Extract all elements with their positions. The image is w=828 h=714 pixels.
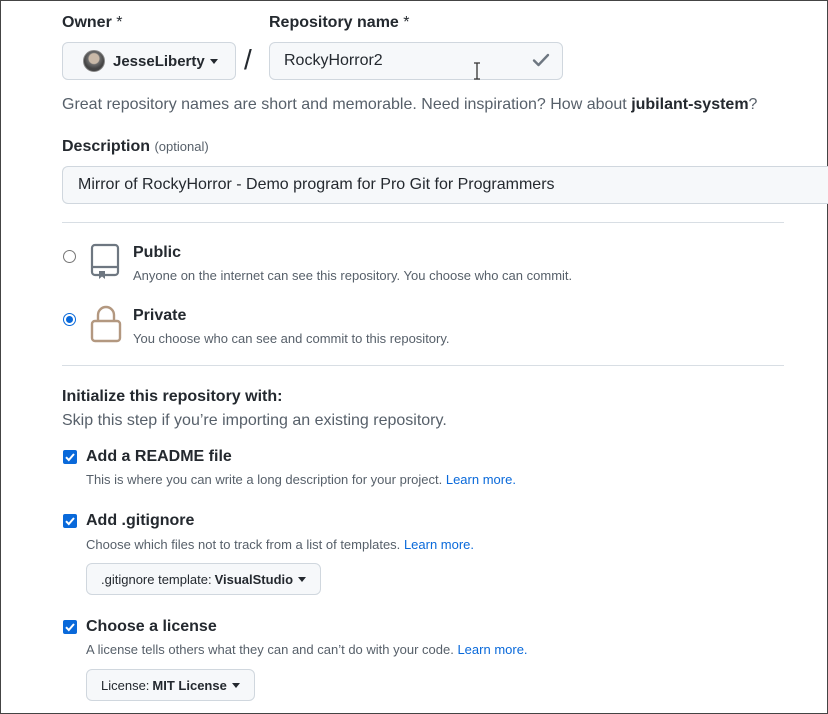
gitignore-title: Add .gitignore xyxy=(86,512,195,529)
gitignore-template-select[interactable]: .gitignore template: VisualStudio xyxy=(86,563,322,595)
repo-name-label: Repository name * xyxy=(269,14,410,31)
repo-name-hint: Great repository names are short and mem… xyxy=(62,96,758,113)
license-learn-more-link[interactable]: Learn more. xyxy=(457,642,527,657)
lock-icon xyxy=(90,305,122,343)
gitignore-learn-more-link[interactable]: Learn more. xyxy=(404,537,474,552)
license-description: A license tells others what they can and… xyxy=(86,642,528,657)
license-checkbox[interactable] xyxy=(63,620,77,634)
divider xyxy=(62,365,784,366)
readme-checkbox[interactable] xyxy=(63,450,77,464)
repo-name-input[interactable] xyxy=(269,42,563,80)
private-description: You choose who can see and commit to thi… xyxy=(133,331,450,346)
chevron-down-icon xyxy=(209,58,218,64)
readme-learn-more-link[interactable]: Learn more. xyxy=(446,472,516,487)
check-icon xyxy=(532,53,550,67)
check-icon xyxy=(65,623,75,632)
license-title: Choose a license xyxy=(86,618,217,635)
avatar xyxy=(83,50,105,72)
owner-label: Owner * xyxy=(62,14,123,31)
init-section-subtitle: Skip this step if you’re importing an ex… xyxy=(62,412,447,429)
readme-title: Add a README file xyxy=(86,448,232,465)
license-select[interactable]: License: MIT License xyxy=(86,669,255,701)
check-icon xyxy=(65,517,75,526)
check-icon xyxy=(65,453,75,462)
divider xyxy=(62,222,784,223)
readme-description: This is where you can write a long descr… xyxy=(86,472,516,487)
text-cursor-icon xyxy=(474,62,480,80)
private-radio[interactable] xyxy=(63,313,76,326)
public-description: Anyone on the internet can see this repo… xyxy=(133,268,573,283)
private-title: Private xyxy=(133,307,187,324)
name-suggestion[interactable]: jubilant-system xyxy=(631,96,748,113)
init-section-title: Initialize this repository with: xyxy=(62,388,283,405)
owner-repo-separator: / xyxy=(244,44,252,75)
description-label: Description (optional) xyxy=(62,138,209,155)
chevron-down-icon xyxy=(298,576,307,582)
public-radio[interactable] xyxy=(63,250,76,263)
description-input[interactable] xyxy=(62,166,828,204)
gitignore-description: Choose which files not to track from a l… xyxy=(86,537,475,552)
repo-book-icon xyxy=(90,243,120,279)
owner-dropdown[interactable]: JesseLiberty xyxy=(62,42,236,80)
owner-name: JesseLiberty xyxy=(113,52,205,70)
chevron-down-icon xyxy=(231,682,240,688)
gitignore-checkbox[interactable] xyxy=(63,514,77,528)
public-title: Public xyxy=(133,244,182,261)
